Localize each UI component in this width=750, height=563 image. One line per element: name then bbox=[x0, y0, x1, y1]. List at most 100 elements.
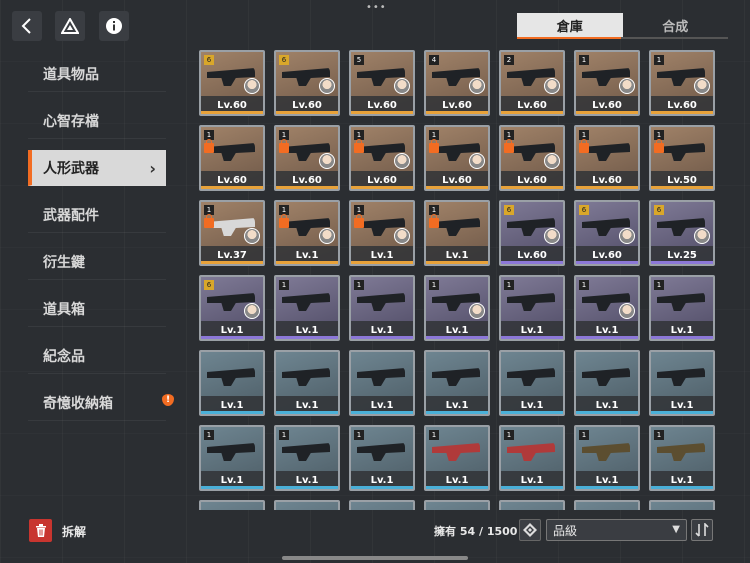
weapon-card[interactable]: 1 Lv.60 bbox=[424, 125, 490, 191]
weapon-card[interactable]: 1 Lv.50 bbox=[649, 125, 715, 191]
weapon-card[interactable]: 6 Lv.1 bbox=[199, 275, 265, 341]
sort-select[interactable]: 品級 ▼ bbox=[546, 519, 687, 541]
weapon-card[interactable]: 6 Lv.60 bbox=[574, 200, 640, 266]
weapon-card[interactable]: Lv.1 bbox=[574, 350, 640, 416]
chevron-right-icon: › bbox=[149, 159, 156, 178]
weapon-card[interactable]: Lv.1 bbox=[349, 350, 415, 416]
rarity-stripe bbox=[276, 186, 338, 189]
weapon-card[interactable]: 1 Lv.1 bbox=[424, 200, 490, 266]
equipped-doll-avatar bbox=[394, 228, 410, 244]
back-chevron-icon bbox=[21, 18, 31, 34]
weapon-card[interactable]: 6 Lv.60 bbox=[499, 200, 565, 266]
weapon-card[interactable]: 1 Lv.1 bbox=[349, 200, 415, 266]
rarity-stripe bbox=[501, 411, 563, 414]
weapon-card[interactable]: 1 Lv.1 bbox=[649, 425, 715, 491]
weapon-card[interactable]: Lv.1 bbox=[499, 350, 565, 416]
info-button[interactable] bbox=[99, 11, 129, 41]
weapon-card[interactable]: 1 Lv.60 bbox=[499, 125, 565, 191]
weapon-card[interactable]: 1 Lv.1 bbox=[424, 275, 490, 341]
sidebar-item-weapon-parts[interactable]: 武器配件 bbox=[28, 197, 166, 233]
dismantle-label[interactable]: 拆解 bbox=[62, 523, 86, 540]
weapon-image bbox=[276, 502, 338, 510]
weapon-card[interactable]: 1 Lv.60 bbox=[274, 125, 340, 191]
stack-count-badge: 1 bbox=[654, 430, 664, 440]
weapon-card[interactable]: 2 Lv.60 bbox=[499, 50, 565, 116]
weapon-card[interactable]: 6 Lv.60 bbox=[199, 50, 265, 116]
rarity-stripe bbox=[201, 486, 263, 489]
weapon-silhouette-icon bbox=[582, 443, 630, 461]
rarity-stripe bbox=[201, 336, 263, 339]
equipped-doll-avatar bbox=[244, 228, 260, 244]
weapon-card[interactable]: 1 Lv.1 bbox=[274, 425, 340, 491]
more-dots[interactable]: ••• bbox=[366, 2, 387, 13]
rarity-stripe bbox=[201, 261, 263, 264]
drive-button[interactable] bbox=[55, 11, 85, 41]
filter-button[interactable] bbox=[519, 519, 541, 541]
sidebar-item-props[interactable]: 道具物品 bbox=[28, 56, 166, 92]
weapon-card[interactable]: 1 Lv.60 bbox=[649, 50, 715, 116]
weapon-card[interactable]: 1 Lv.1 bbox=[574, 275, 640, 341]
sort-order-button[interactable] bbox=[691, 519, 713, 541]
weapon-card[interactable]: 1 Lv.60 bbox=[349, 125, 415, 191]
weapon-card[interactable]: 1 Lv.1 bbox=[424, 425, 490, 491]
sidebar-item-memory-box[interactable]: 奇憶收納箱! bbox=[28, 385, 174, 421]
weapon-card[interactable]: 6 Lv.60 bbox=[274, 50, 340, 116]
weapon-card[interactable] bbox=[499, 500, 565, 510]
weapon-card[interactable]: 1 Lv.1 bbox=[274, 275, 340, 341]
lock-icon bbox=[429, 139, 439, 153]
equipped-doll-avatar bbox=[319, 153, 335, 169]
weapon-card[interactable]: Lv.1 bbox=[424, 350, 490, 416]
weapon-card[interactable] bbox=[199, 500, 265, 510]
tab-synthesis[interactable]: 合成 bbox=[623, 13, 729, 37]
weapon-card[interactable]: 1 Lv.1 bbox=[349, 425, 415, 491]
weapon-card[interactable]: 1 Lv.37 bbox=[199, 200, 265, 266]
weapon-card[interactable]: 1 Lv.1 bbox=[349, 275, 415, 341]
weapon-card[interactable]: 5 Lv.60 bbox=[349, 50, 415, 116]
rarity-stripe bbox=[201, 186, 263, 189]
sidebar-item-label: 衍生鍵 bbox=[43, 254, 85, 271]
sidebar-item-item-box[interactable]: 道具箱 bbox=[28, 291, 166, 327]
dismantle-button[interactable] bbox=[29, 519, 52, 542]
sidebar-item-label: 奇憶收納箱 bbox=[43, 395, 113, 412]
weapon-card[interactable]: 6 Lv.25 bbox=[649, 200, 715, 266]
equipped-doll-avatar bbox=[244, 303, 260, 319]
lock-icon bbox=[204, 214, 214, 228]
stack-count-badge: 1 bbox=[579, 55, 589, 65]
weapon-card[interactable]: Lv.1 bbox=[649, 350, 715, 416]
tab-warehouse[interactable]: 倉庫 bbox=[517, 13, 623, 37]
weapon-card[interactable]: 1 Lv.1 bbox=[499, 425, 565, 491]
rarity-stripe bbox=[426, 336, 488, 339]
sidebar-item-label: 人形武器 bbox=[43, 160, 99, 177]
weapon-silhouette-icon bbox=[657, 368, 705, 386]
weapon-card[interactable]: 1 Lv.60 bbox=[574, 50, 640, 116]
lock-icon bbox=[579, 139, 589, 153]
weapon-card[interactable] bbox=[349, 500, 415, 510]
weapon-card[interactable] bbox=[274, 500, 340, 510]
weapon-card[interactable]: 1 Lv.1 bbox=[574, 425, 640, 491]
weapon-card[interactable]: 1 Lv.1 bbox=[274, 200, 340, 266]
weapon-card[interactable]: 1 Lv.1 bbox=[199, 425, 265, 491]
back-button[interactable] bbox=[12, 11, 42, 41]
sidebar-item-doll-weapons[interactable]: 人形武器 › bbox=[28, 150, 166, 186]
weapon-card[interactable]: 1 Lv.1 bbox=[499, 275, 565, 341]
rarity-stripe bbox=[351, 261, 413, 264]
equipped-doll-avatar bbox=[244, 78, 260, 94]
weapon-card[interactable]: Lv.1 bbox=[199, 350, 265, 416]
sidebar-item-label: 紀念品 bbox=[43, 348, 85, 365]
equipped-doll-avatar bbox=[469, 303, 485, 319]
rarity-stripe bbox=[351, 411, 413, 414]
weapon-card[interactable]: 1 Lv.60 bbox=[574, 125, 640, 191]
lock-icon bbox=[279, 139, 289, 153]
sidebar-item-mind-archive[interactable]: 心智存檔 bbox=[28, 103, 166, 139]
weapon-card[interactable]: Lv.1 bbox=[274, 350, 340, 416]
sidebar-item-derived-keys[interactable]: 衍生鍵 bbox=[28, 244, 166, 280]
weapon-card[interactable]: 1 Lv.1 bbox=[649, 275, 715, 341]
weapon-card[interactable]: 4 Lv.60 bbox=[424, 50, 490, 116]
weapon-card[interactable] bbox=[424, 500, 490, 510]
weapon-card[interactable] bbox=[649, 500, 715, 510]
weapon-card[interactable]: 1 Lv.60 bbox=[199, 125, 265, 191]
rarity-stripe bbox=[276, 111, 338, 114]
weapon-card[interactable] bbox=[574, 500, 640, 510]
sidebar-item-souvenirs[interactable]: 紀念品 bbox=[28, 338, 166, 374]
lock-icon bbox=[654, 139, 664, 153]
